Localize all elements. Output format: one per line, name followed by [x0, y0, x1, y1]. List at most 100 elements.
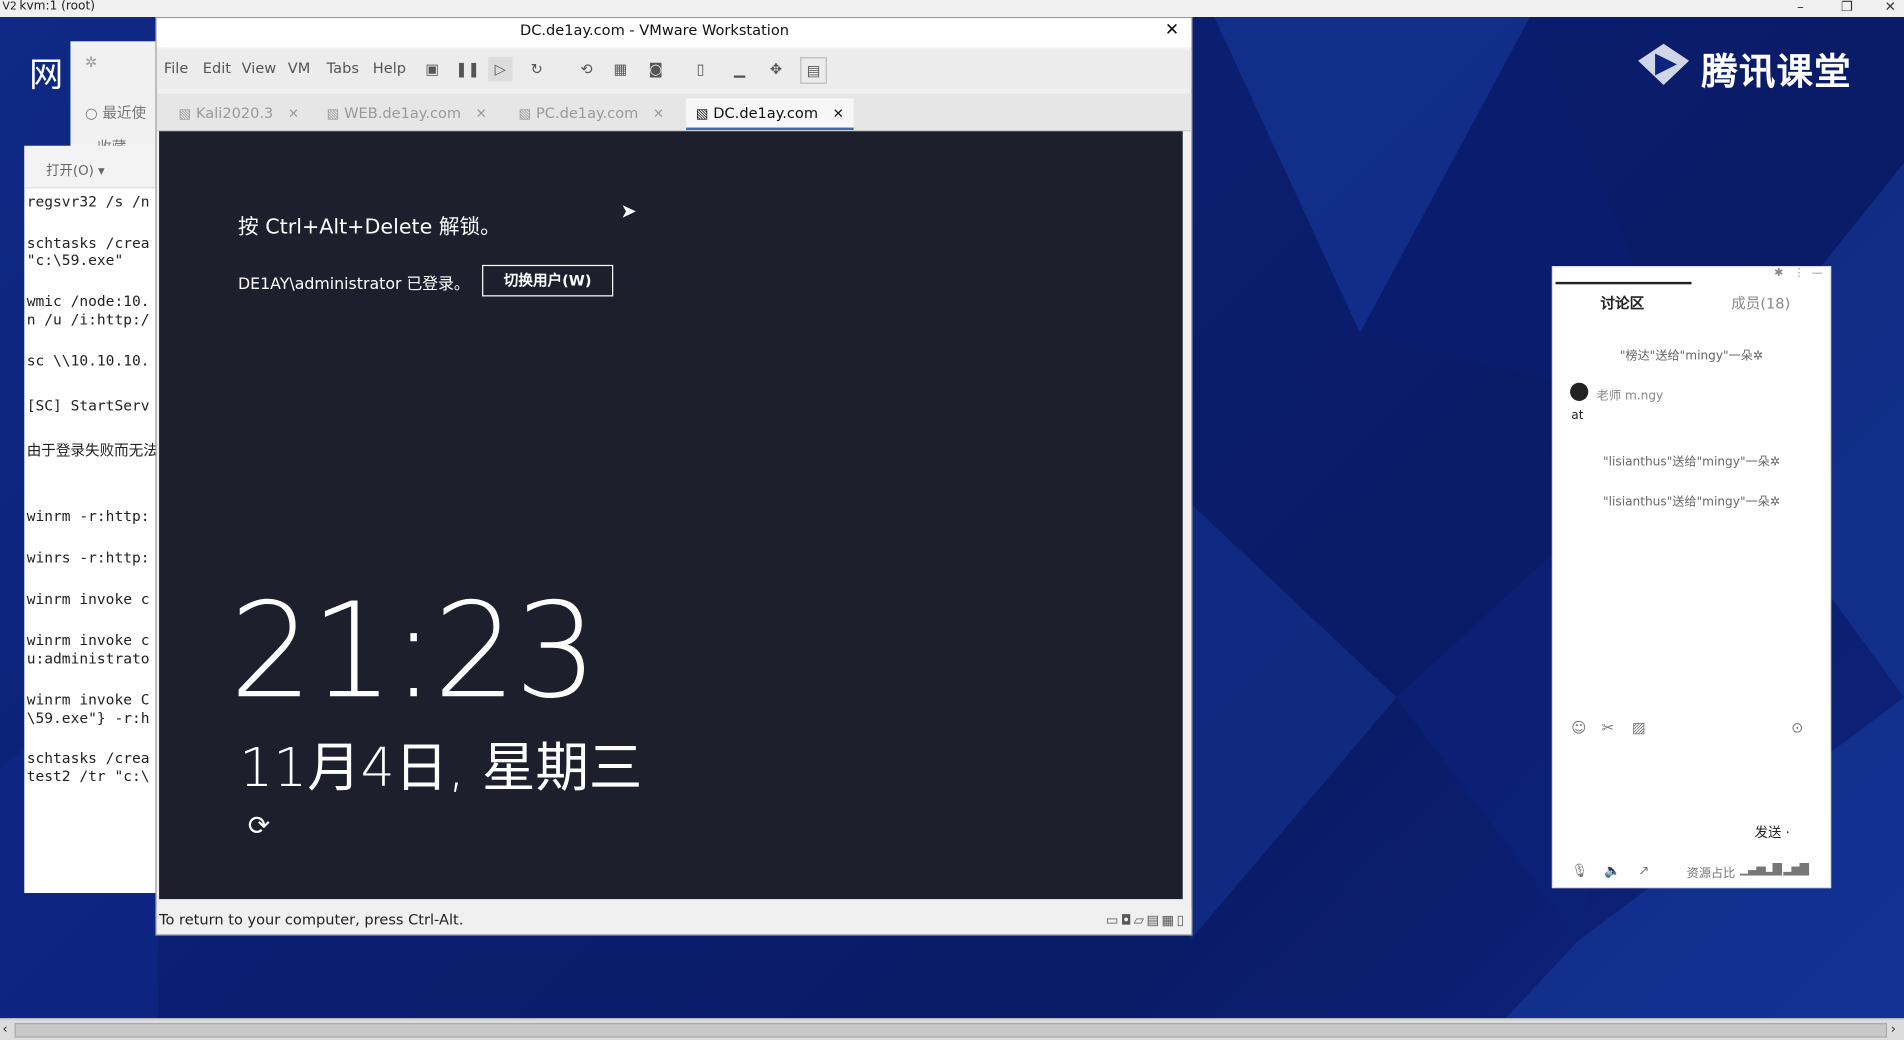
settings-icon[interactable]: ⊙	[1791, 719, 1803, 736]
avatar[interactable]	[1570, 382, 1589, 401]
device-icons[interactable]: ▭◘▱▤▦▯	[1106, 912, 1187, 928]
brand-name: 腾讯课堂	[1701, 51, 1852, 94]
menu-view[interactable]: View	[242, 60, 277, 77]
switch-user-button[interactable]: 切换用户(W)	[482, 264, 614, 297]
unity-icon[interactable]: ▤	[800, 57, 827, 84]
text-editor-fragment: 打开(O) ▾ regsvr32 /s /n schtasks /crea "c…	[24, 145, 160, 894]
tab-close-icon[interactable]: ✕	[833, 106, 844, 122]
code-line: winrm -r:http:	[26, 507, 150, 525]
code-line: wmic /node:10.	[26, 292, 150, 310]
vnc-icon: V2	[2, 1, 17, 14]
system-message: "lisianthus"送给"mingy"一朵✲	[1603, 455, 1780, 469]
send-button[interactable]: 发送 ·	[1755, 823, 1790, 842]
tab-kali[interactable]: ▧ Kali2020.3 ✕	[179, 98, 300, 127]
tencent-classroom-logo: 腾讯课堂	[1633, 36, 1876, 94]
tab-web[interactable]: ▧ WEB.de1ay.com ✕	[327, 98, 487, 127]
tab-members[interactable]: 成员(18)	[1692, 284, 1830, 312]
tab-close-icon[interactable]: ✕	[288, 106, 299, 122]
gear-icon[interactable]: ✲	[85, 53, 97, 70]
system-message: "榜达"送给"mingy"一朵✲	[1619, 349, 1764, 364]
left-window-label: 网	[29, 54, 64, 95]
ease-of-access-icon[interactable]: ⟳	[248, 812, 270, 842]
editor-toolbar: 打开(O) ▾	[24, 145, 158, 189]
maximize-button[interactable]: ❐	[1841, 0, 1853, 15]
scroll-right-icon[interactable]: ›	[1891, 1021, 1896, 1037]
vm-tab-strip: ▧ Kali2020.3 ✕ ▧ WEB.de1ay.com ✕ ▧ PC.de1ay.c…	[156, 93, 1192, 132]
code-line: u:administrato	[26, 650, 150, 668]
microphone-icon[interactable]: 🎙	[1571, 863, 1588, 879]
menu-bar: File Edit View VM Tabs Help ▣ ❚❚ ▷ ↻ ⟲ ▦…	[156, 49, 1192, 89]
recent-item[interactable]: ○ 最近使	[85, 102, 146, 123]
vm-icon: ▧	[695, 105, 709, 122]
host-title: kvm:1 (root)	[19, 0, 95, 14]
status-text: To return to your computer, press Ctrl-A…	[159, 911, 464, 929]
menu-tabs[interactable]: Tabs	[327, 60, 359, 77]
tab-pc[interactable]: ▧ PC.de1ay.com ✕	[519, 98, 665, 127]
open-button[interactable]: 打开(O) ▾	[46, 160, 105, 179]
vmware-window: DC.de1ay.com - VMware Workstation ✕ File…	[155, 17, 1193, 936]
code-line: schtasks /crea	[26, 749, 150, 767]
vm-icon: ▧	[518, 105, 532, 122]
browser-fragment: ✲ ○ 最近使 收藏	[70, 41, 158, 163]
more-icon[interactable]: ⋮	[1794, 267, 1805, 279]
close-icon[interactable]: ✕	[1165, 21, 1179, 40]
logged-in-user: DE1AY\administrator 已登录。	[238, 275, 470, 295]
code-line: test2 /tr "c:\	[26, 767, 150, 785]
vmware-titlebar: DC.de1ay.com - VMware Workstation ✕	[156, 18, 1192, 48]
vm-icon: ▧	[326, 105, 340, 122]
status-bar: To return to your computer, press Ctrl-A…	[156, 908, 1192, 934]
scroll-thumb[interactable]	[14, 1023, 1888, 1038]
chat-panel: ✱ ⋮ — 讨论区 成员(18) "榜达"送给"mingy"一朵✲ 老师 m.n…	[1551, 266, 1832, 889]
message-text: at	[1571, 409, 1584, 423]
tab-close-icon[interactable]: ✕	[653, 106, 664, 122]
usage-bars-icon: ▁▃▅▂▇ ▂▅▇	[1740, 862, 1809, 877]
snapshot-restore-icon[interactable]: ◙	[644, 57, 668, 81]
image-icon[interactable]: ▨	[1632, 719, 1646, 736]
code-line: winrm invoke C	[26, 691, 150, 709]
code-line: n /u /i:http:/	[26, 311, 150, 329]
code-line: [SC] StartServ	[26, 397, 150, 415]
tab-dc[interactable]: ▧ DC.de1ay.com ✕	[686, 98, 854, 131]
revert-icon[interactable]: ↻	[525, 57, 549, 81]
play-icon[interactable]: ▷	[488, 57, 513, 82]
close-button[interactable]: ✕	[1885, 0, 1896, 15]
message-username: 老师 m.ngy	[1596, 390, 1664, 404]
library-icon[interactable]: ▣	[420, 57, 444, 81]
vm-icon: ▧	[178, 105, 192, 122]
lock-clock: 21:23	[229, 575, 598, 728]
host-titlebar: V2 kvm:1 (root) – ❐ ✕	[0, 0, 1904, 18]
menu-file[interactable]: File	[164, 60, 188, 77]
lock-date: 11月4日, 星期三	[239, 737, 643, 800]
vm-display[interactable]: 按 Ctrl+Alt+Delete 解锁。 DE1AY\administrato…	[159, 131, 1183, 900]
scroll-left-icon[interactable]: ‹	[2, 1021, 7, 1037]
code-line: 由于登录失败而无法	[26, 442, 158, 460]
host-horizontal-scrollbar[interactable]: ‹ ›	[0, 1018, 1904, 1040]
play-logo-icon	[1638, 43, 1690, 86]
code-line: \59.exe"} -r:h	[26, 709, 150, 727]
emoji-icon[interactable]: ☺	[1571, 719, 1586, 736]
sidebar-toggle-icon[interactable]: ▯	[689, 57, 713, 81]
unlock-hint: 按 Ctrl+Alt+Delete 解锁。	[238, 215, 501, 240]
pin-icon[interactable]: ✱	[1774, 267, 1783, 279]
code-line: winrm invoke c	[26, 590, 150, 608]
code-line: sc \\10.10.10.	[26, 352, 150, 370]
code-line: winrm invoke c	[26, 631, 150, 649]
scissors-icon[interactable]: ✂	[1602, 719, 1614, 736]
snapshot-manager-icon[interactable]: ▦	[608, 57, 632, 81]
snapshot-icon[interactable]: ⟲	[574, 57, 598, 81]
menu-help[interactable]: Help	[373, 60, 406, 77]
system-message: "lisianthus"送给"mingy"一朵✲	[1603, 495, 1780, 510]
thumbnail-icon[interactable]: ▁	[727, 57, 751, 81]
minimize-button[interactable]: –	[1797, 0, 1804, 15]
tab-close-icon[interactable]: ✕	[476, 106, 487, 122]
hand-icon[interactable]: ↗	[1638, 863, 1649, 879]
menu-vm[interactable]: VM	[288, 60, 311, 77]
speaker-icon[interactable]: 🔈	[1604, 863, 1621, 879]
pause-icon[interactable]: ❚❚	[455, 57, 479, 81]
tab-discussion[interactable]: 讨论区	[1553, 284, 1691, 312]
minimize-icon[interactable]: —	[1812, 267, 1823, 279]
window-title: DC.de1ay.com - VMware Workstation	[520, 21, 789, 39]
fullscreen-icon[interactable]: ✥	[764, 57, 788, 81]
menu-edit[interactable]: Edit	[203, 60, 231, 77]
mouse-cursor-icon: ➤	[620, 199, 637, 223]
